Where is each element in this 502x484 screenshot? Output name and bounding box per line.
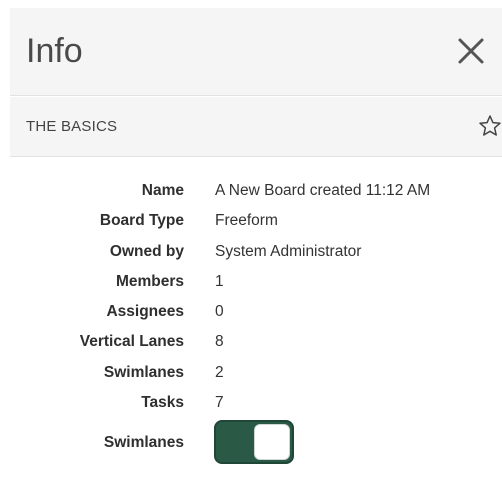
detail-value: 0 <box>215 303 224 321</box>
info-panel: Info THE BASICS Name A New Board created… <box>10 8 502 478</box>
detail-label: Members <box>115 272 184 290</box>
section-title: THE BASICS <box>26 118 118 135</box>
detail-value: 2 <box>215 363 224 381</box>
swimlanes-toggle[interactable] <box>214 420 294 465</box>
panel-title: Info <box>26 32 83 70</box>
detail-label: Swimlanes <box>103 363 184 381</box>
toggle-knob <box>254 424 290 461</box>
favorite-button[interactable] <box>478 114 502 138</box>
detail-row-tasks: Tasks 7 <box>10 388 502 418</box>
detail-label: Name <box>141 182 184 199</box>
detail-row-members: Members 1 <box>10 267 502 297</box>
detail-row-swimlanes: Swimlanes 2 <box>10 358 502 388</box>
detail-value: System Administrator <box>215 242 362 260</box>
detail-value: 1 <box>215 272 224 290</box>
swimlanes-toggle-row: Swimlanes <box>10 420 502 466</box>
swimlanes-toggle-label: Swimlanes <box>103 434 184 452</box>
detail-value: 8 <box>215 333 224 351</box>
detail-row-vertical-lanes: Vertical Lanes 8 <box>10 327 502 357</box>
detail-label: Owned by <box>109 242 184 260</box>
detail-value: 7 <box>215 394 224 412</box>
panel-header: Info <box>10 8 502 96</box>
details-list: Name A New Board created 11:12 AM Board … <box>10 176 502 466</box>
detail-row-owned-by: Owned by System Administrator <box>10 237 502 267</box>
section-header-basics: THE BASICS <box>10 97 502 157</box>
close-button[interactable] <box>456 36 486 66</box>
detail-label: Assignees <box>106 303 184 321</box>
detail-value: A New Board created 11:12 AM <box>215 182 431 199</box>
detail-row-name: Name A New Board created 11:12 AM <box>10 176 502 206</box>
detail-value: Freeform <box>215 212 278 230</box>
close-icon <box>458 38 484 64</box>
detail-label: Vertical Lanes <box>79 333 184 351</box>
detail-label: Board Type <box>99 212 184 230</box>
detail-label: Tasks <box>141 394 184 412</box>
detail-row-assignees: Assignees 0 <box>10 297 502 327</box>
star-outline-icon <box>479 115 501 136</box>
detail-row-board-type: Board Type Freeform <box>10 206 502 236</box>
